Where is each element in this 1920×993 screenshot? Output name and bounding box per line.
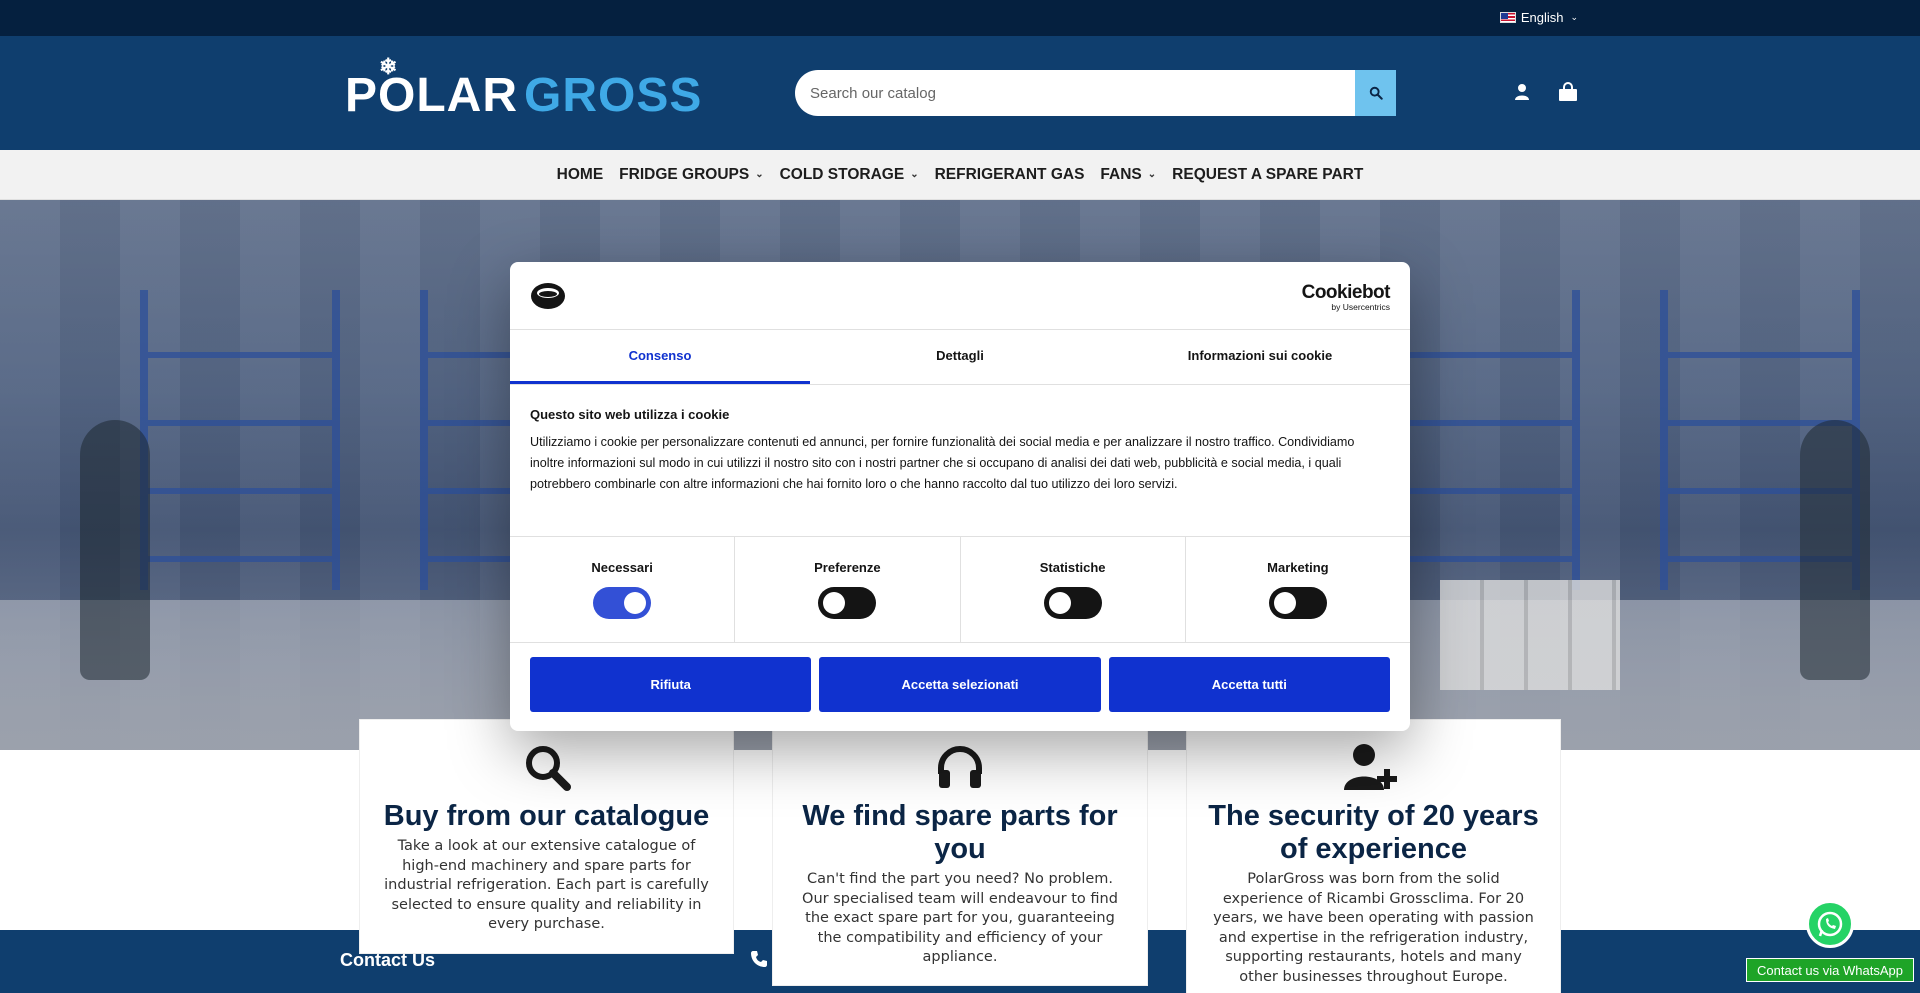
snowflake-icon: ❄ (379, 54, 399, 79)
cookiebot-logo[interactable]: Cookiebot by Usercentrics (1302, 282, 1391, 312)
toggle-label: Preferenze (814, 560, 881, 575)
chevron-down-icon: ⌄ (910, 169, 919, 180)
feature-title: We find spare parts for you (802, 800, 1118, 865)
shopping-bag-icon[interactable] (1556, 80, 1580, 104)
nav-item-request-spare-part[interactable]: REQUEST A SPARE PART (1172, 166, 1363, 184)
cookie-description: Questo sito web utilizza i cookie Utiliz… (510, 385, 1410, 537)
tab-consenso[interactable]: Consenso (510, 330, 810, 384)
search-input[interactable] (795, 70, 1355, 116)
phone-icon (750, 950, 768, 972)
warehouse-rack (140, 290, 340, 590)
nav-item-home[interactable]: HOME (557, 166, 604, 184)
accept-selected-button[interactable]: Accetta selezionati (819, 657, 1101, 712)
feature-title: Buy from our catalogue (383, 800, 710, 832)
toggle-group-marketing: Marketing (1186, 537, 1410, 642)
toggle-label: Statistiche (1039, 560, 1106, 575)
language-label: English (1520, 10, 1564, 25)
feature-text: Take a look at our extensive catalogue o… (384, 838, 709, 932)
logo-gross: GROSS (524, 69, 703, 122)
search-icon (380, 740, 713, 794)
search-bar (795, 70, 1396, 116)
tab-informazioni[interactable]: Informazioni sui cookie (1110, 330, 1410, 384)
cookie-heading: Questo sito web utilizza i cookie (530, 407, 730, 422)
language-selector[interactable]: English ⌄ (1499, 10, 1578, 25)
top-bar: English ⌄ (0, 0, 1920, 36)
toggle-label: Marketing (1267, 560, 1329, 575)
cookie-dialog-header: Cookiebot by Usercentrics (510, 262, 1410, 330)
blurred-worker (80, 420, 150, 680)
tab-dettagli[interactable]: Dettagli (810, 330, 1110, 384)
cookie-toggles: Necessari Preferenze Statistiche Marketi… (510, 537, 1410, 643)
feature-card-spare-parts: We find spare parts for you Can't find t… (773, 720, 1147, 985)
toggle-label: Necessari (591, 560, 653, 575)
warehouse-rack (1380, 290, 1580, 590)
toggle-statistiche[interactable] (1043, 587, 1102, 619)
whatsapp-contact-button[interactable]: Contact us via WhatsApp (1746, 958, 1914, 982)
feature-text: PolarGross was born from the solid exper… (1213, 871, 1534, 985)
feature-card-catalogue: Buy from our catalogue Take a look at ou… (360, 720, 733, 953)
site-header: ❄ POLAR GROSS (0, 36, 1920, 150)
cookie-body-text: Utilizziamo i cookie per personalizzare … (530, 435, 1355, 491)
whatsapp-icon[interactable] (1806, 900, 1854, 948)
toggle-necessari[interactable] (593, 587, 652, 619)
headphones-icon (793, 740, 1127, 794)
contact-us-heading: Contact Us (340, 950, 436, 970)
nav-item-cold-storage[interactable]: COLD STORAGE ⌄ (780, 166, 919, 184)
toggle-group-statistiche: Statistiche (961, 537, 1186, 642)
main-navigation: HOME FRIDGE GROUPS ⌄ COLD STORAGE ⌄ REFRIG… (0, 150, 1920, 200)
cookie-consent-dialog: Cookiebot by Usercentrics Consenso Detta… (510, 262, 1410, 731)
toggle-marketing[interactable] (1268, 587, 1327, 619)
feature-title: The security of 20 years of experience (1208, 800, 1539, 865)
feature-card-experience: The security of 20 years of experience P… (1187, 720, 1560, 993)
nav-item-fridge-groups[interactable]: FRIDGE GROUPS ⌄ (619, 166, 763, 184)
reject-button[interactable]: Rifiuta (530, 657, 812, 712)
accept-all-button[interactable]: Accetta tutti (1108, 657, 1390, 712)
nav-item-refrigerant-gas[interactable]: REFRIGERANT GAS (935, 166, 1085, 184)
logo-polar: ❄ POLAR (345, 54, 518, 122)
header-icons (1510, 80, 1580, 104)
search-button[interactable] (1355, 70, 1396, 116)
us-flag-icon (1499, 12, 1516, 23)
search-icon (1369, 86, 1383, 100)
toggle-preferenze[interactable] (818, 587, 877, 619)
chevron-down-icon: ⌄ (1147, 169, 1157, 180)
site-logo-icon (530, 282, 566, 310)
chevron-down-icon: ⌄ (1570, 12, 1578, 22)
chevron-down-icon: ⌄ (755, 169, 764, 180)
toggle-group-necessari: Necessari (510, 537, 736, 642)
stacked-boxes (1440, 580, 1620, 690)
user-account-icon[interactable] (1510, 80, 1534, 104)
feature-text: Can't find the part you need? No problem… (802, 871, 1118, 965)
nav-item-fans[interactable]: FANS ⌄ (1100, 166, 1156, 184)
cookie-actions: Rifiuta Accetta selezionati Accetta tutt… (510, 643, 1410, 726)
toggle-group-preferenze: Preferenze (735, 537, 961, 642)
user-plus-icon (1207, 740, 1540, 794)
blurred-worker (1800, 420, 1870, 680)
polargross-logo[interactable]: ❄ POLAR GROSS (345, 54, 703, 123)
cookie-tabs: Consenso Dettagli Informazioni sui cooki… (510, 330, 1410, 385)
